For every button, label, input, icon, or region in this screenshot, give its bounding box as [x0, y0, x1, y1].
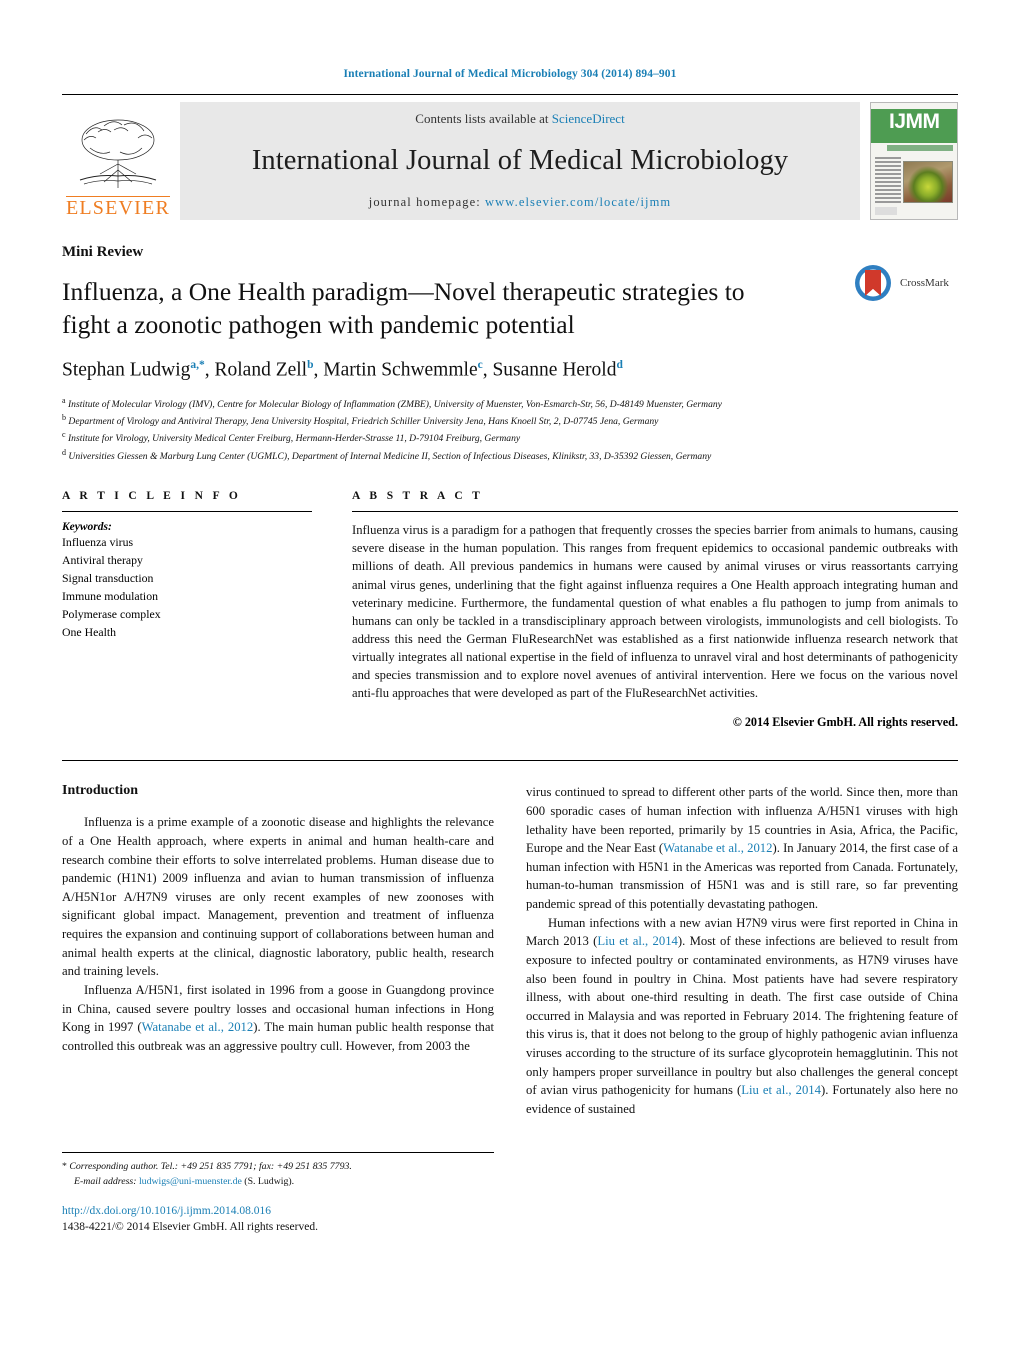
keyword-item: Influenza virus [62, 535, 134, 550]
homepage-label: journal homepage: [368, 195, 486, 209]
paragraph-text: ). Most of these infections are believed… [526, 934, 958, 1098]
crossmark-label: CrossMark [900, 277, 949, 289]
homepage-url-link[interactable]: www.elsevier.com/locate/ijmm [485, 195, 671, 209]
abstract-column: A B S T R A C T Influenza virus is a par… [352, 490, 958, 730]
article-info-divider [62, 511, 312, 513]
article-body: Introduction Influenza is a prime exampl… [62, 760, 958, 1235]
masthead-center: Contents lists available at ScienceDirec… [180, 102, 860, 220]
elsevier-logo: ELSEVIER [62, 102, 174, 220]
citation-link[interactable]: Liu et al., 2014 [741, 1083, 821, 1097]
keyword-item: Polymerase complex [62, 606, 161, 621]
journal-homepage-line: journal homepage: www.elsevier.com/locat… [369, 195, 672, 210]
affiliation-marker-c: c [62, 430, 66, 440]
elsevier-tree-icon [79, 119, 157, 188]
keyword-item: One Health [62, 624, 117, 639]
body-column-right: virus continued to spread to different o… [526, 783, 958, 1235]
page-footnote: * Corresponding author. Tel.: +49 251 83… [62, 1151, 494, 1235]
journal-title: International Journal of Medical Microbi… [251, 145, 789, 176]
info-abstract-block: A R T I C L E I N F O Keywords: Influenz… [62, 490, 958, 730]
crossmark-icon [855, 265, 891, 301]
elsevier-wordmark: ELSEVIER [65, 196, 171, 219]
doi-block: http://dx.doi.org/10.1016/j.ijmm.2014.08… [62, 1205, 494, 1235]
keywords-list: Influenza virus Antiviral therapy Signal… [62, 534, 312, 642]
journal-cover-thumbnail: IJMM [870, 102, 958, 220]
body-column-left: Introduction Influenza is a prime exampl… [62, 783, 494, 1235]
affiliation-d: d Universities Giessen & Marburg Lung Ce… [62, 447, 942, 464]
abstract-text: Influenza virus is a paradigm for a path… [352, 523, 958, 701]
contents-prefix: Contents lists available at [415, 111, 552, 126]
keywords-label: Keywords: [62, 521, 112, 534]
cover-subtitle-bar [887, 145, 953, 151]
affiliation-c: c Institute for Virology, University Med… [62, 429, 942, 446]
email-suffix: (S. Ludwig). [241, 1176, 295, 1188]
keyword-item: Signal transduction [62, 571, 154, 585]
contents-available-line: Contents lists available at ScienceDirec… [415, 111, 624, 127]
cover-micrograph-image [903, 161, 953, 203]
sciencedirect-link[interactable]: ScienceDirect [552, 111, 625, 126]
footnote-star: * [62, 1160, 67, 1172]
issn-copyright-line: 1438-4221/© 2014 Elsevier GmbH. All righ… [62, 1221, 318, 1234]
affiliation-marker-d: d [62, 447, 66, 457]
affiliation-text-c: Institute for Virology, University Medic… [67, 433, 521, 445]
abstract-heading: A B S T R A C T [352, 490, 484, 503]
affiliation-marker-a: a [62, 395, 66, 405]
citation-link[interactable]: Watanabe et al., 2012 [142, 1020, 254, 1034]
affiliation-a: a Institute of Molecular Virology (IMV),… [62, 395, 942, 412]
section-heading-introduction: Introduction [62, 783, 138, 799]
cover-text-lines [875, 157, 901, 205]
running-head: International Journal of Medical Microbi… [343, 68, 677, 80]
intro-paragraph-2: Influenza A/H5N1, first isolated in 1996… [62, 981, 494, 1055]
cover-footer-block [875, 207, 897, 215]
affiliation-marker-b: b [62, 413, 66, 423]
title-block: Mini Review Influenza, a One Health para… [62, 244, 958, 464]
citation-link[interactable]: Watanabe et al., 2012 [663, 841, 772, 855]
affiliation-b: b Department of Virology and Antiviral T… [62, 412, 942, 429]
crossmark-badge[interactable]: CrossMark [854, 260, 958, 306]
journal-masthead: ELSEVIER Contents lists available at Sci… [62, 94, 958, 220]
keyword-item: Immune modulation [62, 588, 158, 603]
cover-journal-abbrev: IJMM [889, 110, 940, 133]
author-list: Stephan Ludwiga,*, Roland Zellb, Martin … [62, 359, 623, 381]
affiliation-text-d: Universities Giessen & Marburg Lung Cent… [68, 451, 712, 462]
keyword-item: Antiviral therapy [62, 553, 143, 568]
affiliation-text-b: Department of Virology and Antiviral The… [68, 416, 659, 428]
abstract-copyright: © 2014 Elsevier GmbH. All rights reserve… [732, 715, 958, 730]
corresponding-author-text: Corresponding author. Tel.: +49 251 835 … [69, 1160, 352, 1172]
right-paragraph-1: virus continued to spread to different o… [526, 783, 958, 913]
affiliation-text-a: Institute of Molecular Virology (IMV), C… [67, 398, 722, 410]
doi-link[interactable]: http://dx.doi.org/10.1016/j.ijmm.2014.08… [62, 1205, 494, 1217]
article-info-heading: A R T I C L E I N F O [62, 490, 242, 503]
cover-banner: IJMM [871, 109, 957, 143]
right-paragraph-2: Human infections with a new avian H7N9 v… [526, 914, 958, 1119]
email-note: E-mail address: ludwigs@uni-muenster.de … [62, 1174, 494, 1189]
abstract-divider [352, 511, 958, 513]
page-title: Influenza, a One Health paradigm—Novel t… [62, 277, 745, 340]
email-link[interactable]: ludwigs@uni-muenster.de [139, 1176, 242, 1187]
affiliation-list: a Institute of Molecular Virology (IMV),… [62, 395, 942, 464]
email-label: E-mail address: [74, 1176, 139, 1188]
intro-paragraph-1: Influenza is a prime example of a zoonot… [62, 815, 494, 979]
article-info-column: A R T I C L E I N F O Keywords: Influenz… [62, 490, 312, 730]
corresponding-author-note: * Corresponding author. Tel.: +49 251 83… [62, 1159, 494, 1174]
article-type-label: Mini Review [62, 244, 144, 260]
journal-article-page: International Journal of Medical Microbi… [0, 0, 1020, 1351]
citation-link[interactable]: Liu et al., 2014 [597, 934, 678, 948]
